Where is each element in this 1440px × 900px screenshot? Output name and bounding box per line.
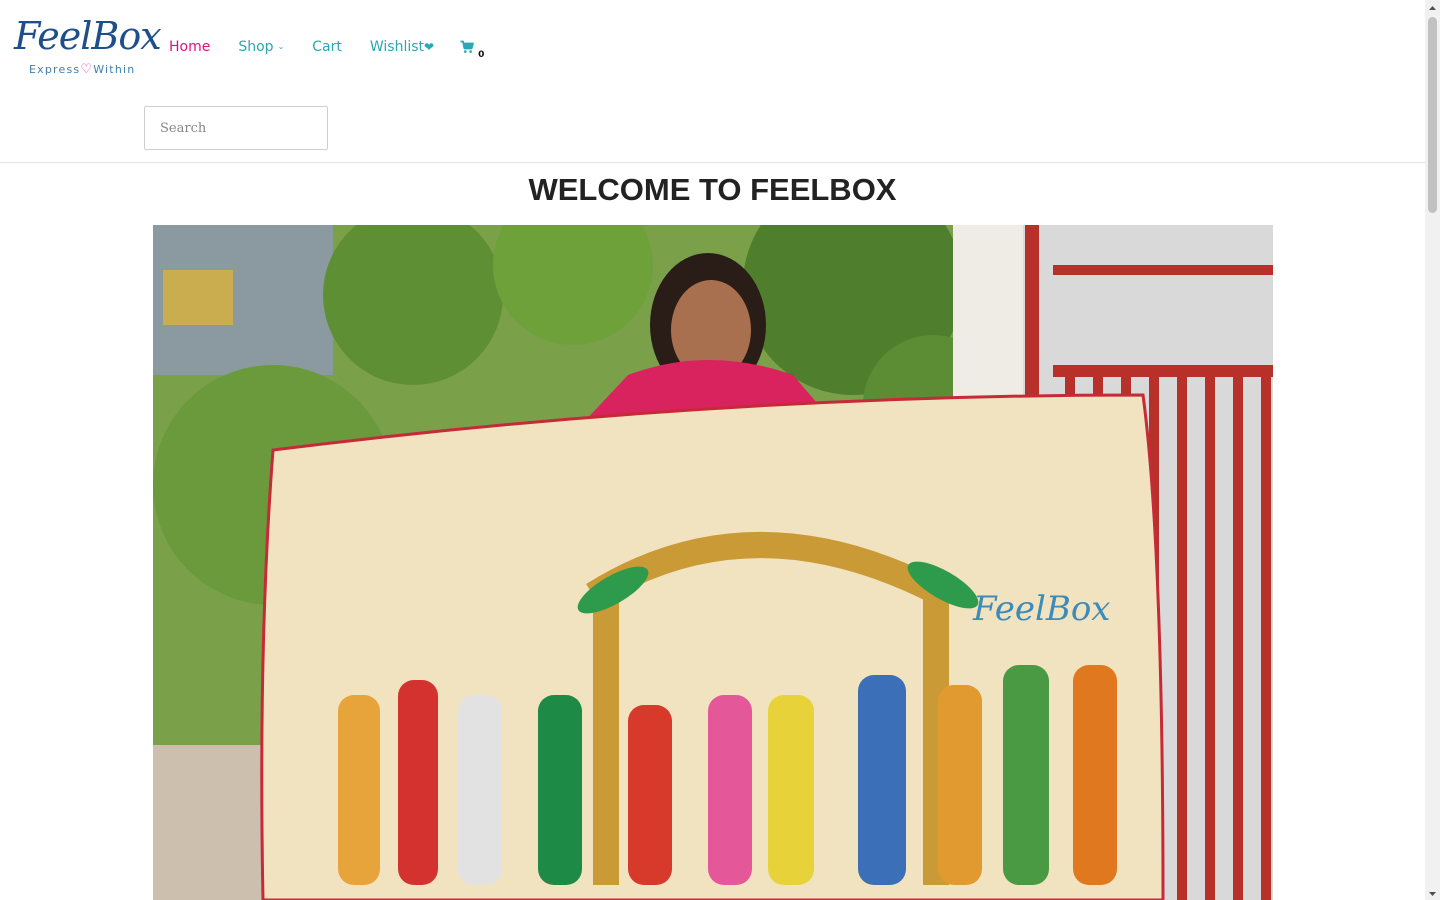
hero-image: FeelBox (153, 225, 1273, 900)
nav-cart-link[interactable]: Cart (312, 37, 342, 57)
hero-watermark: FeelBox (972, 589, 1110, 629)
cart-count-badge: 0 (478, 50, 485, 60)
scrollbar-thumb[interactable] (1428, 17, 1437, 213)
scroll-down-arrow-icon[interactable] (1425, 886, 1440, 900)
nav-wishlist-link[interactable]: Wishlist❤ (370, 37, 434, 57)
nav-shop-link[interactable]: Shop ⌄ (238, 37, 284, 57)
main-nav: Home Shop ⌄ Cart Wishlist❤ 0 (169, 37, 484, 60)
site-logo[interactable]: FeelBox Express♡Within (14, 14, 162, 78)
page-title: WELCOME TO FEELBOX (528, 172, 897, 207)
site-header: FeelBox Express♡Within Home Shop ⌄ Cart W… (0, 0, 1425, 163)
chevron-down-icon: ⌄ (277, 42, 285, 51)
search-input[interactable] (144, 106, 328, 150)
nav-home-link[interactable]: Home (169, 37, 210, 57)
logo-tagline: Express♡Within (29, 62, 136, 77)
shopping-cart-icon[interactable]: 0 (460, 40, 484, 60)
heart-icon: ♡ (80, 62, 94, 77)
page-scrollbar[interactable] (1425, 0, 1440, 900)
scroll-up-arrow-icon[interactable] (1425, 0, 1440, 14)
heart-icon: ❤ (424, 40, 435, 54)
logo-wordmark: FeelBox (14, 14, 162, 58)
